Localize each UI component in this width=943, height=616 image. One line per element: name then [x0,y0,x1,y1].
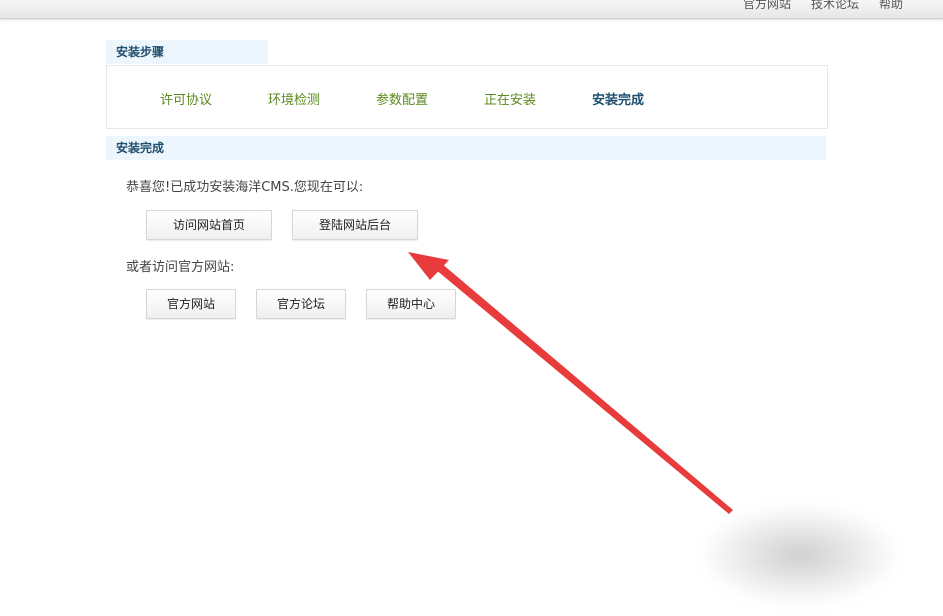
top-link-official-site[interactable]: 官方网站 [743,0,791,12]
annotation-arrow-shape [408,252,733,514]
help-center-button[interactable]: 帮助中心 [366,289,456,319]
visit-homepage-button[interactable]: 访问网站首页 [146,210,272,240]
admin-login-button[interactable]: 登陆网站后台 [292,210,418,240]
top-link-forum[interactable]: 技术论坛 [811,0,859,12]
complete-section-header: 安装完成 [106,136,826,160]
alt-message: 或者访问官方网站: [126,260,235,275]
top-links: 官方网站 技术论坛 帮助 [743,0,903,12]
official-site-button[interactable]: 官方网站 [146,289,236,319]
top-link-help[interactable]: 帮助 [879,0,903,12]
step-complete: 安装完成 [592,93,645,108]
install-steps-header: 安装步骤 [106,40,268,64]
success-message: 恭喜您!已成功安装海洋CMS.您现在可以: [126,180,364,195]
top-bar: 官方网站 技术论坛 帮助 [0,0,943,19]
install-steps-box: 许可协议 环境检测 参数配置 正在安装 安装完成 [106,65,828,129]
install-steps-title: 安装步骤 [116,45,165,59]
step-license: 许可协议 [160,93,213,108]
step-env-check: 环境检测 [268,93,321,108]
step-config: 参数配置 [376,93,429,108]
blurred-watermark [700,505,900,605]
official-forum-button[interactable]: 官方论坛 [256,289,346,319]
step-installing: 正在安装 [484,93,537,108]
complete-section-title: 安装完成 [116,141,165,155]
